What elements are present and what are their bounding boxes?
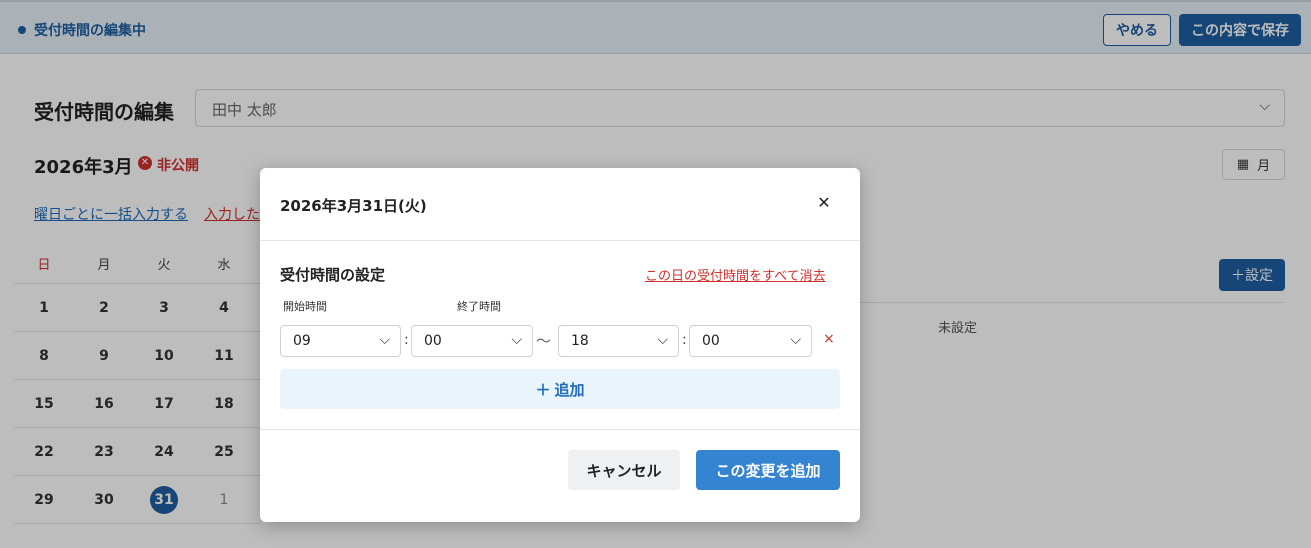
divider [260,240,860,241]
modal-title: 2026年3月31日(火) [280,197,427,215]
start-hour-value: 09 [293,333,311,349]
end-time-label: 終了時間 [457,300,501,313]
day-edit-modal: 2026年3月31日(火) ✕ 受付時間の設定 この日の受付時間をすべて消去 開… [260,168,860,522]
apply-change-button[interactable]: この変更を追加 [696,450,840,490]
plus-icon: ＋ [535,380,551,399]
end-hour-select[interactable]: 18 ⌵ [558,325,679,357]
end-hour-value: 18 [571,333,589,349]
cancel-button[interactable]: キャンセル [568,450,680,490]
range-separator: 〜 [536,332,552,350]
start-minute-value: 00 [424,333,442,349]
end-minute-value: 00 [702,333,720,349]
start-hour-select[interactable]: 09 ⌵ [280,325,401,357]
time-separator: : [682,332,687,348]
time-separator: : [404,332,409,348]
divider [260,429,860,430]
close-icon[interactable]: ✕ [816,193,832,213]
remove-row-icon[interactable]: × [823,331,835,347]
start-time-label: 開始時間 [283,300,327,313]
chevron-down-icon: ⌵ [790,332,801,348]
chevron-down-icon: ⌵ [657,332,668,348]
clear-day-link[interactable]: この日の受付時間をすべて消去 [645,265,826,284]
start-minute-select[interactable]: 00 ⌵ [411,325,533,357]
chevron-down-icon: ⌵ [379,332,390,348]
section-title: 受付時間の設定 [280,266,386,284]
end-minute-select[interactable]: 00 ⌵ [689,325,812,357]
chevron-down-icon: ⌵ [511,332,522,348]
add-time-row-button[interactable]: ＋ 追加 [280,369,840,409]
add-label: 追加 [554,380,585,399]
